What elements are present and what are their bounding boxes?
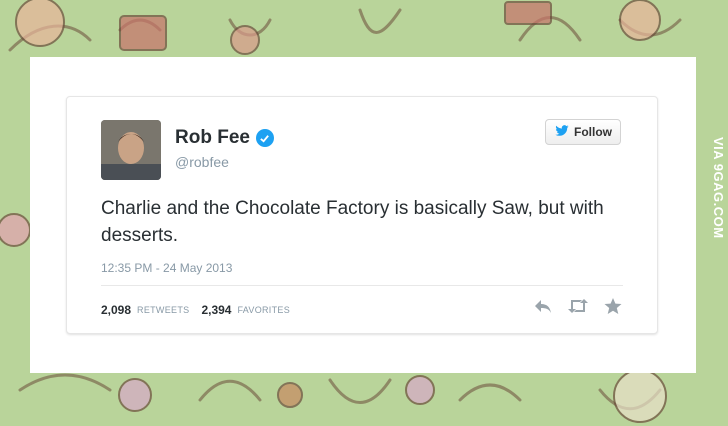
display-name[interactable]: Rob Fee bbox=[175, 127, 250, 149]
retweets-count[interactable]: 2,098 bbox=[101, 303, 131, 317]
follow-button[interactable]: Follow bbox=[545, 119, 621, 145]
avatar[interactable] bbox=[101, 120, 161, 180]
tweet-actions bbox=[533, 297, 623, 320]
follow-label: Follow bbox=[574, 125, 612, 139]
favorites-count[interactable]: 2,394 bbox=[201, 303, 231, 317]
tweet-text: Charlie and the Chocolate Factory is bas… bbox=[101, 198, 604, 246]
tweet-stats: 2,098 RETWEETS 2,394 FAVORITES bbox=[101, 303, 290, 317]
star-icon[interactable] bbox=[603, 297, 623, 320]
reply-icon[interactable] bbox=[533, 297, 553, 320]
twitter-bird-icon bbox=[554, 124, 570, 140]
user-handle[interactable]: @robfee bbox=[175, 154, 229, 170]
retweets-label: RETWEETS bbox=[137, 305, 190, 315]
tweet-timestamp[interactable]: 12:35 PM - 24 May 2013 bbox=[101, 261, 232, 275]
display-name-row: Rob Fee bbox=[175, 127, 274, 149]
verified-badge-icon bbox=[255, 129, 274, 147]
divider bbox=[101, 285, 623, 286]
tweet-card: Rob Fee @robfee Follow Charlie and the C… bbox=[66, 96, 658, 334]
watermark: VIA 9GAG.COM bbox=[711, 137, 726, 239]
avatar-photo bbox=[101, 120, 161, 180]
retweet-icon[interactable] bbox=[567, 297, 589, 320]
favorites-label: FAVORITES bbox=[237, 305, 291, 315]
tweet-screenshot-frame: Rob Fee @robfee Follow Charlie and the C… bbox=[30, 57, 696, 373]
